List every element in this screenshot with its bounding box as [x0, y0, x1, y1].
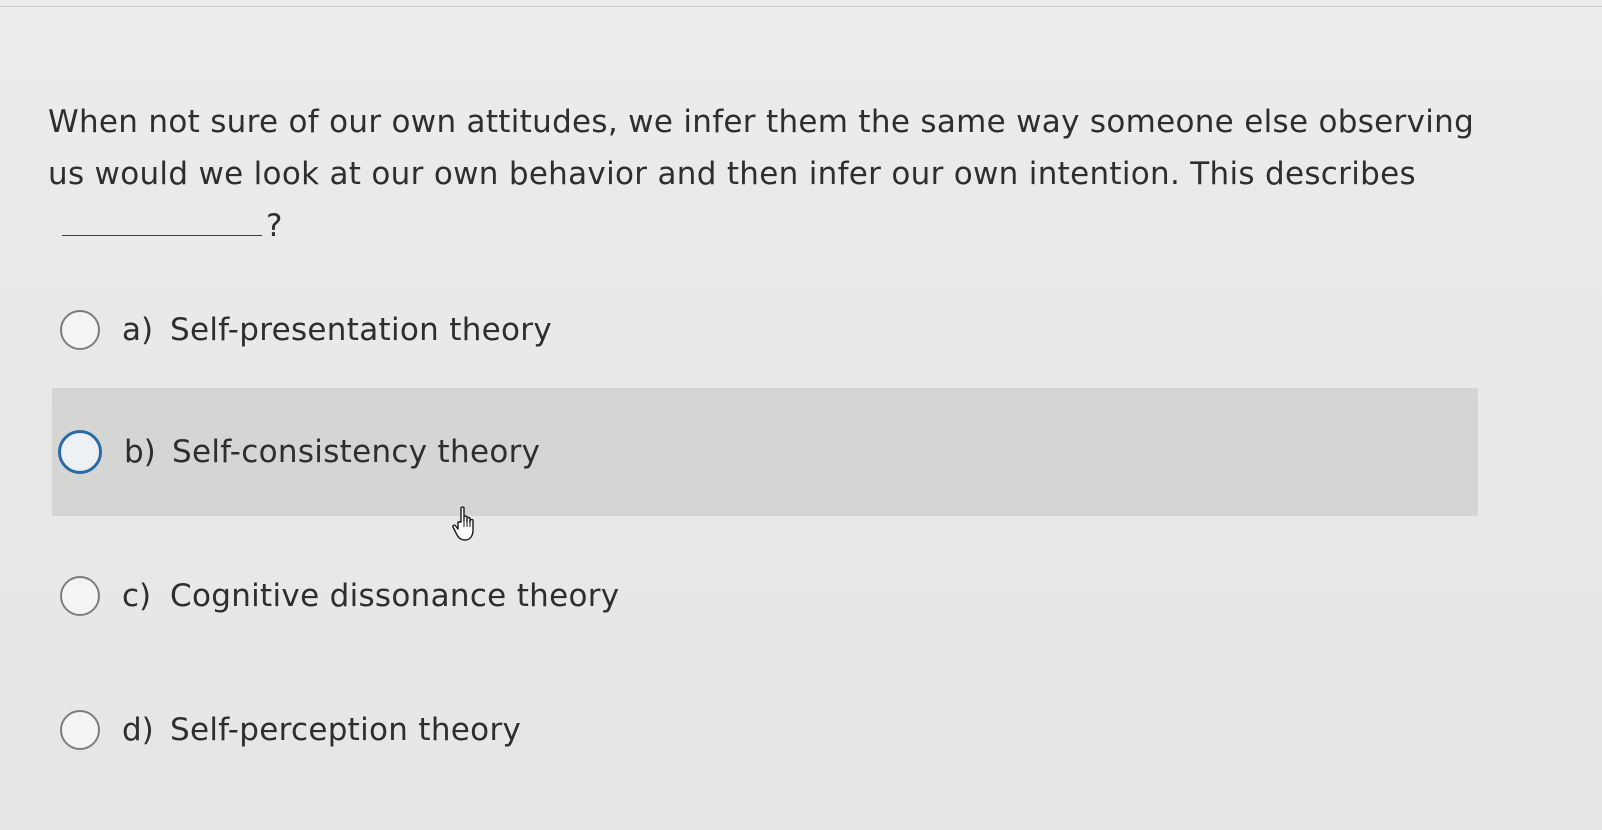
option-label: Cognitive dissonance theory	[170, 578, 620, 614]
option-letter: b)	[124, 434, 156, 470]
radio-button-icon[interactable]	[60, 310, 100, 350]
radio-button-icon[interactable]	[60, 576, 100, 616]
option-b[interactable]: b) Self-consistency theory	[52, 388, 1478, 516]
option-a[interactable]: a) Self-presentation theory	[52, 300, 1478, 360]
option-label: Self-consistency theory	[172, 434, 541, 470]
option-c[interactable]: c) Cognitive dissonance theory	[52, 566, 1478, 626]
option-letter: a)	[122, 312, 154, 348]
radio-button-icon[interactable]	[58, 430, 102, 474]
option-label: Self-presentation theory	[170, 312, 552, 348]
option-label: Self-perception theory	[170, 712, 522, 748]
option-letter: d)	[122, 712, 154, 748]
hand-pointer-icon	[452, 506, 474, 541]
option-d[interactable]: d) Self-perception theory	[52, 700, 1478, 760]
option-letter: c)	[122, 578, 152, 614]
radio-button-icon[interactable]	[60, 710, 100, 750]
answer-options: a) Self-presentation theory b) Self-cons…	[0, 0, 1602, 830]
